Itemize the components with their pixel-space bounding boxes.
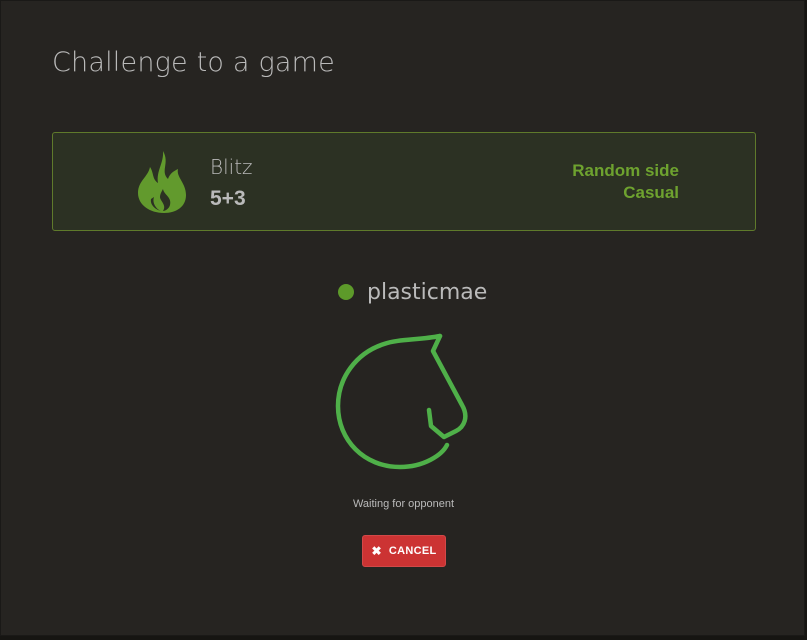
speed-name: Blitz: [210, 155, 253, 179]
fire-icon: [138, 151, 186, 213]
rated-mode: Casual: [623, 183, 679, 202]
cancel-label: CANCEL: [388, 545, 437, 557]
close-icon: ✖: [371, 544, 382, 558]
time-control: 5+3: [210, 187, 246, 210]
online-status-icon: [338, 284, 354, 300]
waiting-status: Waiting for opponent: [352, 498, 455, 510]
dialog-title: Challenge to a game: [52, 47, 335, 78]
color-side: Random side: [572, 161, 679, 180]
opponent-info: plasticmae: [338, 278, 487, 306]
game-details-panel: Blitz 5+3 Random side Casual: [52, 132, 756, 231]
opponent-username[interactable]: plasticmae: [367, 280, 487, 305]
game-mode: Random side Casual: [572, 160, 679, 204]
cancel-button[interactable]: ✖ CANCEL: [362, 535, 446, 567]
knight-logo-icon: [335, 333, 468, 470]
challenge-dialog: Challenge to a game Blitz 5+3 Random sid…: [0, 0, 805, 636]
